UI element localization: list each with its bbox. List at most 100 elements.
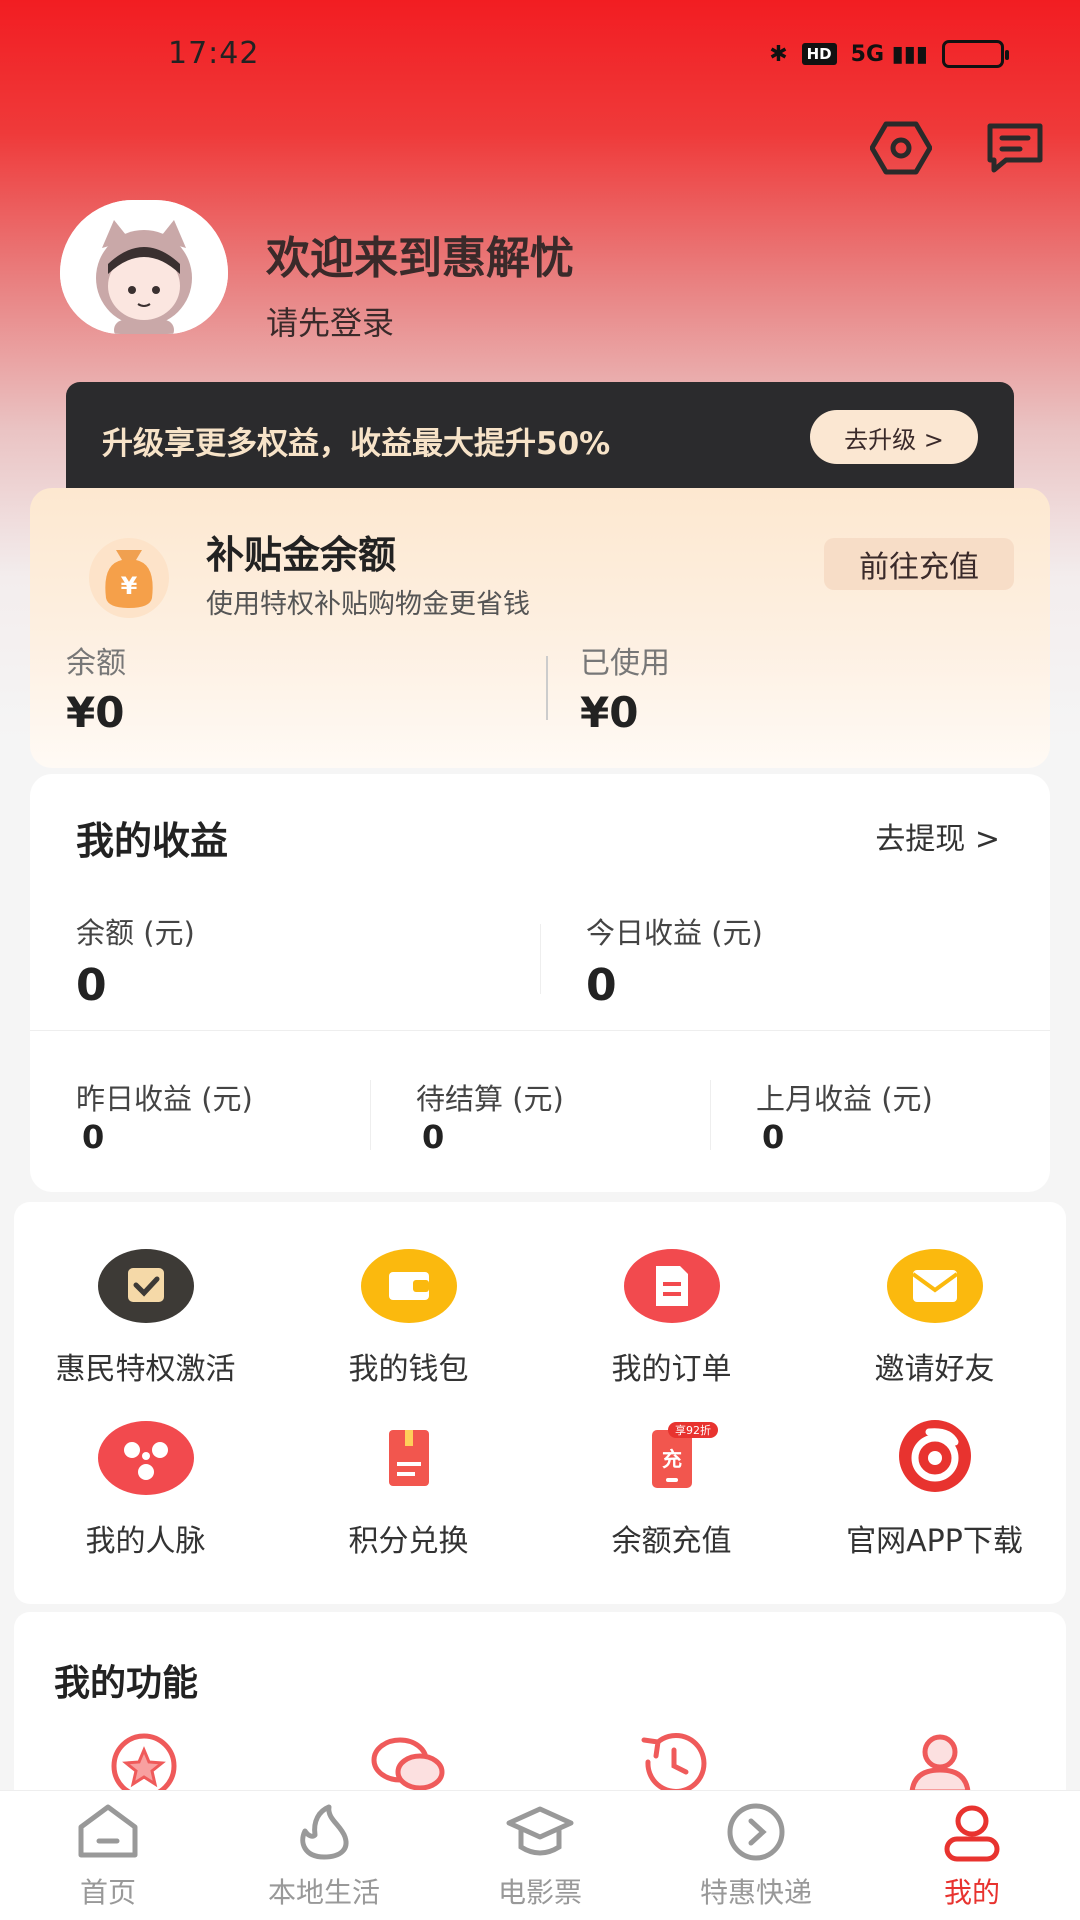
hd-badge: HD xyxy=(801,43,837,65)
grid-item-points[interactable]: 积分兑换 xyxy=(277,1416,540,1560)
grid-item-invite[interactable]: 邀请好友 xyxy=(803,1244,1066,1388)
tab-mine[interactable]: 我的 xyxy=(864,1801,1080,1911)
tab-label: 本地生活 xyxy=(267,1876,380,1909)
earnings-yesterday-label: 昨日收益 (元) xyxy=(76,1082,253,1116)
discount-badge: 享92折 xyxy=(675,1423,711,1437)
welcome-title: 欢迎来到惠解忧 xyxy=(266,233,574,284)
grid-label: 邀请好友 xyxy=(874,1352,995,1387)
status-icons: ✱ HD 5G ▮▮▮ xyxy=(769,40,1009,68)
grid-item-recharge[interactable]: 享92折 充 余额充值 xyxy=(540,1416,803,1560)
money-bag-icon: ¥ xyxy=(89,538,169,618)
user-icon xyxy=(944,1805,1000,1862)
status-bar: 17:42 ✱ HD 5G ▮▮▮ xyxy=(0,0,1080,110)
tab-home[interactable]: 首页 xyxy=(0,1801,216,1911)
message-icon[interactable] xyxy=(984,120,1046,176)
tab-express[interactable]: 特惠快递 xyxy=(648,1801,864,1911)
shortcut-grid: 惠民特权激活 我的钱包 我的订单 邀请好友 我的人脉 积分兑换 享92折 充 余… xyxy=(14,1202,1066,1604)
subsidy-used-label: 已使用 xyxy=(580,646,670,681)
user-service-icon[interactable] xyxy=(900,1726,980,1796)
envelope-icon xyxy=(886,1249,983,1323)
app-logo-icon xyxy=(898,1420,971,1492)
header-actions xyxy=(870,120,1046,176)
bottom-tab-bar: 首页 本地生活 电影票 特惠快递 我的 xyxy=(0,1790,1080,1920)
earnings-pending-label: 待结算 (元) xyxy=(416,1082,564,1116)
avatar[interactable] xyxy=(60,200,228,334)
earnings-pending-value: 0 xyxy=(422,1118,445,1156)
network-type: 5G xyxy=(850,41,885,67)
svg-text:¥: ¥ xyxy=(121,572,138,600)
bluetooth-icon: ✱ xyxy=(769,41,788,67)
earnings-last-month-value: 0 xyxy=(762,1118,785,1156)
subsidy-used: 已使用 ¥0 xyxy=(580,638,670,737)
signal-icon: 5G ▮▮▮ xyxy=(850,41,928,67)
home-icon xyxy=(78,1804,138,1858)
earnings-yesterday-value: 0 xyxy=(82,1118,105,1156)
earnings-today-label: 今日收益 (元) xyxy=(586,916,763,950)
recharge-button[interactable]: 前往充值 xyxy=(824,538,1014,590)
subsidy-balance-label: 余额 xyxy=(66,646,126,681)
earnings-last-month-label: 上月收益 (元) xyxy=(756,1082,933,1116)
tab-local-life[interactable]: 本地生活 xyxy=(216,1801,432,1911)
divider xyxy=(30,1030,1050,1031)
divider xyxy=(710,1080,711,1150)
grid-label: 积分兑换 xyxy=(348,1524,469,1559)
grid-item-privilege[interactable]: 惠民特权激活 xyxy=(14,1244,277,1388)
recharge-glyph: 充 xyxy=(662,1447,682,1471)
earnings-title: 我的收益 xyxy=(76,819,229,863)
upgrade-banner[interactable]: 升级享更多权益，收益最大提升50% 去升级 > xyxy=(66,382,1014,490)
points-icon xyxy=(388,1430,429,1486)
subsidy-title: 补贴金余额 xyxy=(206,533,397,577)
earnings-balance-value: 0 xyxy=(76,960,107,1011)
earnings-yesterday: 昨日收益 (元) 0 xyxy=(76,1076,253,1156)
history-icon[interactable] xyxy=(634,1726,714,1796)
grid-item-network[interactable]: 我的人脉 xyxy=(14,1416,277,1560)
earnings-last-month: 上月收益 (元) 0 xyxy=(756,1076,933,1156)
tab-movie[interactable]: 电影票 xyxy=(432,1801,648,1911)
subsidy-desc: 使用特权补贴购物金更省钱 xyxy=(206,589,530,620)
flame-icon xyxy=(300,1804,349,1860)
my-features-section: 我的功能 xyxy=(14,1612,1066,1812)
divider xyxy=(370,1080,371,1150)
withdraw-link[interactable]: 去提现 > xyxy=(875,814,1000,858)
grid-label: 官网APP下载 xyxy=(846,1524,1023,1559)
grid-item-app-download[interactable]: 官网APP下载 xyxy=(803,1416,1066,1560)
divider xyxy=(546,656,548,720)
upgrade-text: 升级享更多权益，收益最大提升50% xyxy=(102,426,611,462)
features-title: 我的功能 xyxy=(54,1663,199,1704)
star-badge-icon[interactable] xyxy=(104,1726,184,1796)
subsidy-balance: 余额 ¥0 xyxy=(66,638,126,737)
earnings-today-value: 0 xyxy=(586,960,617,1011)
calendar-check-icon xyxy=(97,1249,194,1323)
grid-label: 我的钱包 xyxy=(348,1352,469,1387)
grid-label: 惠民特权激活 xyxy=(55,1352,236,1387)
earnings-card: 我的收益 去提现 > 余额 (元) 0 今日收益 (元) 0 昨日收益 (元) … xyxy=(30,774,1050,1192)
tab-label: 我的 xyxy=(943,1876,1000,1909)
circle-arrow-icon xyxy=(727,1803,785,1861)
subsidy-used-value: ¥0 xyxy=(580,688,639,737)
tab-label: 电影票 xyxy=(497,1876,582,1909)
subsidy-card: ¥ 补贴金余额 使用特权补贴购物金更省钱 前往充值 余额 ¥0 已使用 ¥0 xyxy=(30,488,1050,768)
graduation-cap-icon xyxy=(506,1806,574,1856)
grid-item-wallet[interactable]: 我的钱包 xyxy=(277,1244,540,1388)
grid-label: 余额充值 xyxy=(611,1524,732,1559)
recharge-icon: 享92折 充 xyxy=(651,1422,718,1488)
network-icon xyxy=(97,1421,194,1495)
earnings-balance-label: 余额 (元) xyxy=(76,916,195,950)
tab-label: 特惠快递 xyxy=(699,1876,812,1909)
grid-label: 我的订单 xyxy=(611,1352,732,1387)
chat-icon[interactable] xyxy=(368,1726,448,1796)
avatar-illustration xyxy=(60,200,228,334)
grid-item-orders[interactable]: 我的订单 xyxy=(540,1244,803,1388)
battery-icon xyxy=(942,40,1009,68)
subsidy-balance-value: ¥0 xyxy=(66,688,125,737)
settings-hex-icon[interactable] xyxy=(870,120,932,176)
earnings-today: 今日收益 (元) 0 xyxy=(586,910,763,1011)
earnings-balance: 余额 (元) 0 xyxy=(76,910,195,1011)
order-icon xyxy=(623,1249,720,1323)
status-time: 17:42 xyxy=(168,36,260,71)
upgrade-button[interactable]: 去升级 > xyxy=(810,410,978,464)
wallet-icon xyxy=(360,1249,457,1323)
tab-label: 首页 xyxy=(79,1876,136,1909)
login-prompt[interactable]: 请先登录 xyxy=(266,298,394,344)
earnings-pending: 待结算 (元) 0 xyxy=(416,1076,564,1156)
